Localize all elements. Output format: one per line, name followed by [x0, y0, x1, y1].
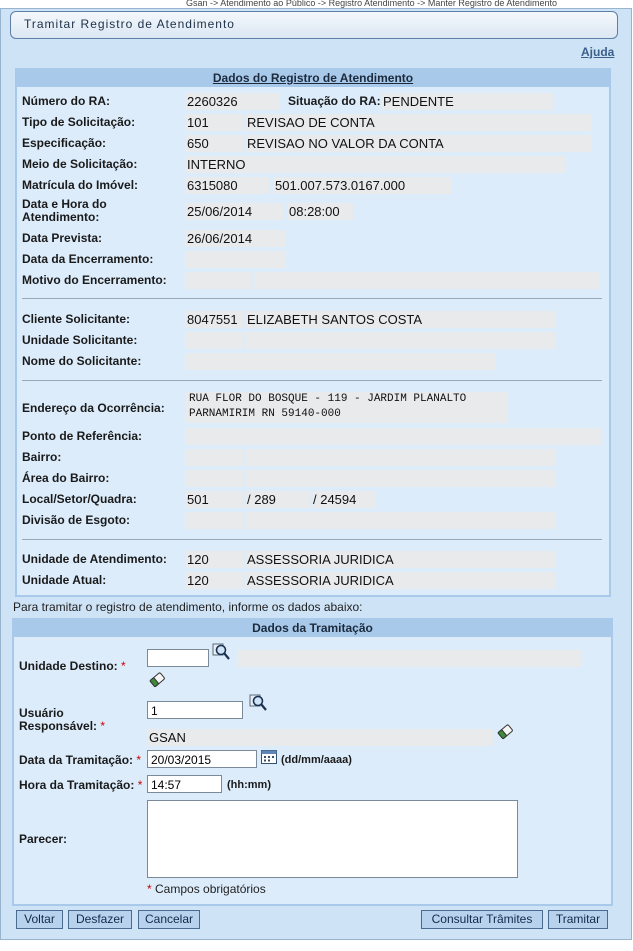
meio-solicitacao-field: INTERNO	[185, 156, 565, 173]
area-bairro-descricao-field	[245, 470, 556, 487]
tramitacao-header: Dados da Tramitação	[14, 620, 611, 637]
local-field: 501	[185, 491, 243, 508]
unidade-solicitante-codigo-field	[185, 332, 243, 349]
magnifier-icon[interactable]	[212, 643, 230, 661]
data-prevista-label: Data Prevista:	[22, 231, 103, 245]
unidade-atual-codigo-field: 120	[185, 572, 243, 589]
area-bairro-codigo-field	[185, 470, 243, 487]
desfazer-button[interactable]: Desfazer	[68, 910, 132, 929]
unidade-destino-label: Unidade Destino: *	[19, 659, 126, 673]
inscricao-field: 501.007.573.0167.000	[273, 177, 451, 194]
help-link[interactable]: Ajuda	[581, 45, 614, 59]
especificacao-codigo-field: 650	[185, 135, 243, 152]
tipo-descricao-field: REVISAO DE CONTA	[245, 114, 591, 131]
divider	[22, 380, 602, 381]
motivo-encerramento-label: Motivo do Encerramento:	[22, 273, 167, 287]
bairro-codigo-field	[185, 449, 243, 466]
meio-solicitacao-label: Meio de Solicitação:	[22, 157, 138, 171]
unidade-atendimento-codigo-field: 120	[185, 551, 243, 568]
data-prevista-field: 26/06/2014	[185, 230, 286, 247]
numero-ra-field: 2260326	[185, 93, 279, 110]
bairro-label: Bairro:	[22, 450, 62, 464]
nome-solicitante-label: Nome do Solicitante:	[22, 354, 142, 368]
unidade-atual-descricao-field: ASSESSORIA JURIDICA	[245, 572, 556, 589]
local-setor-quadra-label: Local/Setor/Quadra:	[22, 492, 137, 506]
matricula-imovel-label: Matrícula do Imóvel:	[22, 178, 139, 192]
eraser-icon[interactable]	[496, 723, 514, 741]
unidade-atendimento-label: Unidade de Atendimento:	[22, 552, 167, 566]
usuario-responsavel-input[interactable]: 1	[147, 701, 243, 719]
numero-ra-label: Número do RA:	[22, 94, 110, 108]
unidade-solicitante-label: Unidade Solicitante:	[22, 333, 138, 347]
ponto-referencia-field	[185, 428, 601, 445]
cancelar-button[interactable]: Cancelar	[138, 910, 200, 929]
instructions-text: Para tramitar o registro de atendimento,…	[13, 600, 363, 614]
voltar-button[interactable]: Voltar	[16, 910, 63, 929]
data-encerramento-field	[185, 251, 286, 268]
usuario-responsavel-label: Usuário Responsável: *	[19, 706, 106, 733]
ponto-referencia-label: Ponto de Referência:	[22, 429, 143, 443]
page-title: Tramitar Registro de Atendimento	[24, 17, 235, 31]
data-encerramento-label: Data da Encerramento:	[22, 252, 154, 266]
usuario-nome-field: GSAN	[147, 729, 493, 746]
matricula-field: 6315080	[185, 177, 269, 194]
parecer-textarea[interactable]	[147, 800, 518, 878]
cliente-nome-field: ELIZABETH SANTOS COSTA	[245, 311, 556, 328]
data-tramitacao-input[interactable]: 20/03/2015	[147, 750, 257, 768]
calendar-icon[interactable]	[260, 748, 278, 766]
endereco-ocorrencia-label: Endereço da Ocorrência:	[22, 401, 165, 415]
required-fields-note: * Campos obrigatórios	[147, 882, 266, 896]
quadra-field: / 24594	[311, 491, 375, 508]
cliente-codigo-field: 8047551	[185, 311, 243, 328]
area-bairro-label: Área do Bairro:	[22, 471, 110, 485]
eraser-icon[interactable]	[148, 671, 166, 689]
divisao-esgoto-label: Divisão de Esgoto:	[22, 513, 131, 527]
data-tramitacao-label: Data da Tramitação: *	[19, 753, 142, 767]
setor-field: / 289	[245, 491, 309, 508]
divisao-codigo-field	[185, 512, 243, 529]
hora-format-hint: (hh:mm)	[227, 779, 271, 791]
tramitar-button[interactable]: Tramitar	[548, 910, 608, 929]
endereco-line-1: RUA FLOR DO BOSQUE - 119 - JARDIM PLANAL…	[189, 393, 467, 405]
data-hora-atendimento-label: Data e Hora do Atendimento:	[22, 197, 107, 224]
divider	[22, 539, 602, 540]
unidade-destino-descricao-field	[237, 650, 581, 667]
parecer-label: Parecer:	[19, 832, 68, 846]
bairro-descricao-field	[245, 449, 556, 466]
motivo-descricao-field	[253, 272, 599, 289]
endereco-ocorrencia-field: RUA FLOR DO BOSQUE - 119 - JARDIM PLANAL…	[185, 392, 508, 423]
breadcrumb: Gsan -> Atendimento ao Público -> Regist…	[186, 0, 557, 8]
tipo-solicitacao-label: Tipo de Solicitação:	[22, 115, 136, 129]
especificacao-descricao-field: REVISAO NO VALOR DA CONTA	[245, 135, 591, 152]
data-atendimento-field: 25/06/2014	[185, 203, 283, 220]
motivo-codigo-field	[185, 272, 251, 289]
especificacao-label: Especificação:	[22, 136, 107, 150]
unidade-atual-label: Unidade Atual:	[22, 573, 107, 587]
ra-data-header: Dados do Registro de Atendimento	[17, 70, 609, 87]
hora-tramitacao-input[interactable]: 14:57	[147, 775, 222, 793]
situacao-ra-label: Situação do RA:	[288, 94, 381, 108]
page-title-bar: Tramitar Registro de Atendimento	[10, 11, 618, 39]
magnifier-icon[interactable]	[249, 694, 267, 712]
unidade-solicitante-descricao-field	[245, 332, 556, 349]
consultar-tramites-button[interactable]: Consultar Trâmites	[421, 910, 543, 929]
situacao-ra-field: PENDENTE	[381, 93, 553, 110]
nome-solicitante-field	[185, 353, 496, 370]
endereco-line-2: PARNAMIRIM RN 59140-000	[189, 408, 341, 420]
divisao-descricao-field	[245, 512, 556, 529]
divider	[22, 298, 602, 299]
hora-atendimento-field: 08:28:00	[287, 203, 353, 220]
unidade-atendimento-descricao-field: ASSESSORIA JURIDICA	[245, 551, 556, 568]
tipo-codigo-field: 101	[185, 114, 243, 131]
cliente-solicitante-label: Cliente Solicitante:	[22, 312, 131, 326]
hora-tramitacao-label: Hora da Tramitação: *	[19, 778, 143, 792]
data-format-hint: (dd/mm/aaaa)	[281, 754, 352, 766]
unidade-destino-input[interactable]	[147, 649, 209, 667]
